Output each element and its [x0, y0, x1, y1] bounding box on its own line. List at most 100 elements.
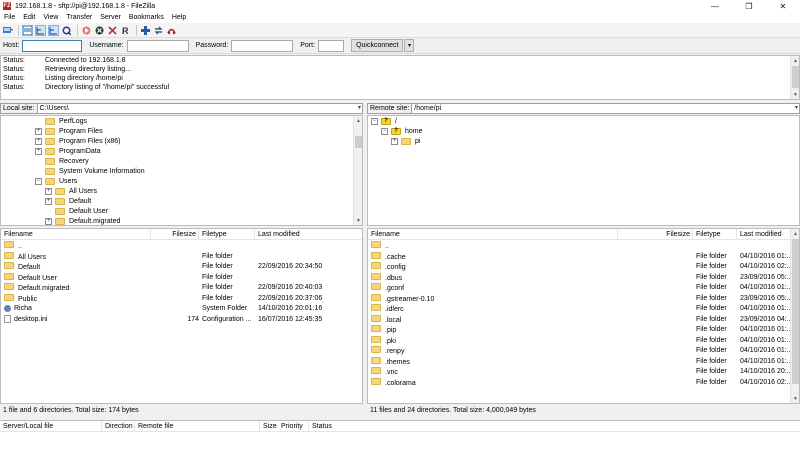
tree-item-default-migrated[interactable]: + Default.migrated	[45, 216, 120, 225]
minimize-button[interactable]: —	[698, 0, 732, 12]
remote-path-combobox[interactable]: /home/pi ▾	[412, 102, 800, 114]
host-input[interactable]	[22, 39, 83, 52]
scroll-thumb[interactable]	[792, 239, 799, 384]
column-filesize[interactable]: Filesize	[151, 229, 199, 239]
scroll-up-icon[interactable]: ▲	[354, 116, 362, 125]
scroll-down-icon[interactable]: ▼	[791, 394, 799, 403]
chevron-down-icon[interactable]: ▾	[358, 104, 361, 113]
remote-status-text: 11 files and 24 directories. Total size:…	[367, 405, 800, 416]
scroll-up-icon[interactable]: ▲	[791, 56, 800, 65]
local-site-label: Local site:	[0, 102, 38, 114]
tree-item-root[interactable]: −? /	[371, 116, 397, 126]
remote-list-scrollbar[interactable]: ▲ ▼	[790, 229, 799, 403]
tree-item-default[interactable]: + Default	[45, 196, 91, 206]
folder-icon	[45, 177, 55, 185]
list-item[interactable]: .dbus File folder 23/09/2016 05:...	[368, 272, 792, 284]
tree-item-perflogs[interactable]: PerfLogs	[35, 116, 87, 126]
list-item[interactable]: .gconf File folder 04/10/2016 01:...	[368, 283, 792, 294]
column-priority[interactable]: Priority	[278, 421, 309, 431]
scroll-thumb[interactable]	[792, 66, 799, 88]
menu-bookmarks[interactable]: Bookmarks	[125, 14, 168, 21]
list-item[interactable]: desktop.ini 174 Configuration ... 16/07/201…	[1, 314, 355, 326]
tree-item-pi[interactable]: + pi	[391, 136, 420, 146]
list-item[interactable]: .pki File folder 04/10/2016 01:...	[368, 335, 792, 347]
list-item[interactable]: .gstreamer-0.10 File folder 23/09/2016 05:…	[368, 293, 792, 305]
list-item[interactable]: ..	[1, 241, 355, 252]
sync-browse-icon[interactable]	[153, 25, 164, 36]
scroll-down-icon[interactable]: ▼	[354, 216, 362, 225]
toggle-log-icon[interactable]	[22, 24, 33, 36]
scroll-up-icon[interactable]: ▲	[791, 229, 799, 238]
tree-item-recovery[interactable]: Recovery	[35, 156, 89, 166]
refresh-icon[interactable]	[61, 25, 72, 36]
menu-file[interactable]: File	[0, 14, 19, 21]
tree-item-default-user[interactable]: Default User	[45, 206, 108, 216]
local-path-combobox[interactable]: C:\Users\ ▾	[37, 102, 363, 114]
chevron-down-icon[interactable]: ▾	[795, 104, 798, 113]
list-item[interactable]: .colorama File folder 04/10/2016 02:...	[368, 377, 792, 389]
search-icon[interactable]	[166, 25, 177, 36]
scroll-down-icon[interactable]: ▼	[791, 90, 800, 99]
list-item[interactable]: Richa System Folder 14/10/2016 20:01:16	[1, 304, 355, 315]
tree-item-program-files[interactable]: + Program Files	[35, 126, 103, 136]
list-item[interactable]: .vnc File folder 14/10/2016 20:...	[368, 367, 792, 378]
expand-icon: +	[35, 147, 42, 155]
password-input[interactable]	[231, 39, 294, 52]
column-direction[interactable]: Direction	[102, 421, 135, 431]
menu-help[interactable]: Help	[168, 14, 190, 21]
menu-transfer[interactable]: Transfer	[62, 14, 96, 21]
list-item[interactable]: ..	[368, 241, 792, 252]
list-item[interactable]: Default.migrated File folder 22/09/2016 20…	[1, 283, 355, 294]
tree-item-users[interactable]: − Users	[35, 176, 77, 186]
pane-splitter[interactable]	[363, 101, 367, 418]
tree-item-all-users[interactable]: + All Users	[45, 186, 97, 196]
maximize-button[interactable]: ❐	[732, 0, 766, 12]
menu-server[interactable]: Server	[96, 14, 125, 21]
column-remote-file[interactable]: Remote file	[135, 421, 260, 431]
tree-item-system-volume-information[interactable]: System Volume Information	[35, 166, 145, 176]
local-tree-scrollbar[interactable]: ▲ ▼	[353, 116, 362, 225]
cancel-icon[interactable]	[94, 25, 105, 36]
list-item[interactable]: Default User File folder	[1, 272, 355, 284]
column-filename[interactable]: Filename	[368, 229, 618, 239]
reconnect-icon[interactable]: R	[120, 25, 131, 36]
column-last-modified[interactable]: Last modified	[255, 229, 355, 239]
toggle-remote-tree-icon[interactable]	[48, 24, 59, 36]
list-item[interactable]: .local File folder 23/09/2016 04:...	[368, 314, 792, 326]
column-filetype[interactable]: Filetype	[693, 229, 737, 239]
list-item[interactable]: .pip File folder 04/10/2016 01:...	[368, 325, 792, 336]
tree-item-programdata[interactable]: + ProgramData	[35, 146, 101, 156]
close-button[interactable]: ✕	[766, 0, 800, 12]
list-item[interactable]: .idlerc File folder 04/10/2016 01:...	[368, 304, 792, 315]
column-size[interactable]: Size	[260, 421, 278, 431]
column-filename[interactable]: Filename	[1, 229, 151, 239]
list-item[interactable]: All Users File folder	[1, 251, 355, 263]
list-item[interactable]: .cache File folder 04/10/2016 01:...	[368, 251, 792, 263]
username-input[interactable]	[126, 39, 189, 52]
column-last-modified[interactable]: Last modified	[737, 229, 792, 239]
toggle-local-tree-icon[interactable]	[35, 24, 46, 36]
column-server-local-file[interactable]: Server/Local file	[0, 421, 102, 431]
column-status[interactable]: Status	[309, 421, 369, 431]
list-item[interactable]: .config File folder 04/10/2016 02:...	[368, 262, 792, 273]
list-item[interactable]: .renpy File folder 04/10/2016 01:...	[368, 346, 792, 357]
list-item[interactable]: Public File folder 22/09/2016 20:37:06	[1, 293, 355, 305]
tree-item-program-files-x86[interactable]: + Program Files (x86)	[35, 136, 120, 146]
site-manager-icon[interactable]	[2, 25, 13, 36]
quickconnect-dropdown-button[interactable]: ▾	[404, 39, 415, 52]
filter-icon[interactable]	[140, 25, 151, 36]
menu-edit[interactable]: Edit	[19, 14, 39, 21]
list-item[interactable]: Default File folder 22/09/2016 20:34:50	[1, 262, 355, 273]
process-queue-icon[interactable]	[81, 25, 92, 36]
scroll-thumb[interactable]	[355, 136, 362, 148]
column-filetype[interactable]: Filetype	[199, 229, 255, 239]
log-scrollbar[interactable]: ▲ ▼	[790, 56, 799, 99]
quickconnect-button[interactable]: Quickconnect	[351, 39, 404, 52]
column-filesize[interactable]: Filesize	[618, 229, 693, 239]
disconnect-icon[interactable]	[107, 25, 118, 36]
port-input[interactable]	[318, 39, 345, 52]
menu-view[interactable]: View	[39, 14, 62, 21]
tree-item-home[interactable]: −? home	[381, 126, 423, 136]
transfer-queue-list[interactable]	[0, 432, 800, 460]
list-item[interactable]: .themes File folder 04/10/2016 01:...	[368, 356, 792, 368]
